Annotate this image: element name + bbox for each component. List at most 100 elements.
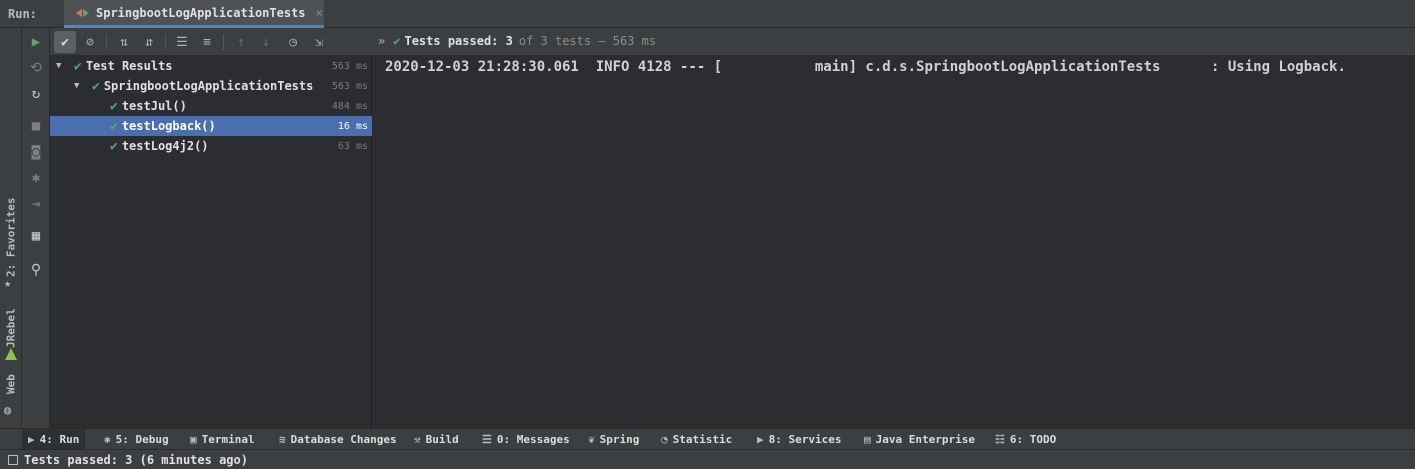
- run-side-toolbar: ▶ ⟲ ↻ ■ ◙ ✱ ⇥ ▦ ⚲: [22, 28, 50, 428]
- hammer-icon: ⚒: [414, 432, 421, 446]
- layout-icon[interactable]: ▦: [26, 226, 46, 246]
- tree-row-duration: 16 ms: [337, 120, 368, 132]
- show-ignored-icon[interactable]: ⊘: [79, 31, 101, 53]
- favorites-label: 2: Favorites: [4, 198, 18, 278]
- tree-row-duration: 563 ms: [331, 80, 368, 92]
- collapse-all-icon[interactable]: ≡: [196, 31, 218, 53]
- close-icon[interactable]: ×: [316, 6, 323, 20]
- tests-passed-text: Tests passed: 3: [404, 34, 513, 48]
- run-tab[interactable]: SpringbootLogApplicationTests ×: [64, 0, 324, 28]
- tool-window-build[interactable]: ⚒ Build: [408, 429, 465, 449]
- console-log-line: 2020-12-03 21:28:30.061 INFO 4128 --- [ …: [385, 59, 1346, 75]
- tool-window-debug[interactable]: ✱ 5: Debug: [98, 429, 175, 449]
- tool-window-label: Terminal: [201, 432, 255, 446]
- console-output[interactable]: 2020-12-03 21:28:30.061 INFO 4128 --- [ …: [373, 56, 1415, 428]
- tree-row-test-method[interactable]: ✔ testLog4j2() 63 ms: [50, 136, 372, 156]
- expand-arrow-icon[interactable]: ▼: [56, 61, 66, 71]
- status-bar: Tests passed: 3 (6 minutes ago): [0, 449, 1415, 469]
- tool-window-label: Build: [425, 432, 459, 446]
- passed-check-icon: ✔: [110, 118, 118, 134]
- web-label: Web: [4, 374, 18, 394]
- pin-icon[interactable]: ⚲: [26, 260, 46, 280]
- sort-alphabetically-icon[interactable]: ⇅: [113, 31, 135, 53]
- tree-row-duration: 484 ms: [331, 100, 368, 112]
- tool-window-services[interactable]: ▶ 8: Services: [751, 429, 847, 449]
- export-icon[interactable]: ⇲: [308, 31, 330, 53]
- test-config-icon: [76, 6, 90, 20]
- expand-arrow-icon[interactable]: ▼: [74, 81, 84, 91]
- tool-window-label: 6: TODO: [1009, 432, 1057, 446]
- tree-row-duration: 563 ms: [331, 60, 368, 72]
- run-tool-window-header: Run: SpringbootLogApplicationTests ×: [0, 0, 1415, 28]
- run-tab-title: SpringbootLogApplicationTests: [96, 5, 306, 20]
- rerun-icon[interactable]: ▶: [26, 32, 46, 52]
- passed-check-icon: ✔: [110, 138, 118, 154]
- tree-row-test-results[interactable]: ▼ ✔ Test Results 563 ms: [50, 56, 372, 76]
- tool-window-label: 4: Run: [39, 432, 80, 446]
- play-icon: ▶: [28, 432, 35, 446]
- services-icon: ▶: [757, 432, 764, 446]
- show-passed-icon[interactable]: ✔: [54, 31, 76, 53]
- rerun-failed-icon[interactable]: ⟲: [26, 58, 46, 78]
- left-tool-stripe: 2: Favorites ★ JRebel Web ◍: [0, 28, 22, 428]
- tool-window-statistic[interactable]: ◔ Statistic: [655, 429, 738, 449]
- tool-window-messages[interactable]: ☰ 0: Messages: [476, 429, 576, 449]
- passed-check-icon: ✔: [110, 98, 118, 114]
- sort-by-duration-icon[interactable]: ⇵: [138, 31, 160, 53]
- tree-row-name: testLog4j2(): [121, 139, 209, 153]
- window-toggle-icon[interactable]: [8, 454, 18, 465]
- tool-window-label: 8: Services: [768, 432, 842, 446]
- web-tool-button[interactable]: Web: [2, 374, 20, 404]
- passed-check-icon: ✔: [393, 34, 401, 48]
- passed-check-icon: ✔: [74, 58, 82, 74]
- debug-bug-icon[interactable]: ✱: [26, 168, 46, 188]
- tool-window-todo[interactable]: ☷ 6: TODO: [989, 429, 1062, 449]
- jrebel-icon: [5, 348, 17, 360]
- tool-window-run[interactable]: ▶ 4: Run: [22, 429, 86, 449]
- tree-row-name: testLogback(): [121, 119, 216, 133]
- java-enterprise-icon: ▤: [864, 432, 871, 446]
- test-results-tree: ▼ ✔ Test Results 563 ms ▼ ✔ SpringbootLo…: [50, 56, 372, 428]
- globe-icon: ◍: [4, 403, 12, 417]
- star-icon: ★: [4, 276, 12, 290]
- status-bar-message: Tests passed: 3 (6 minutes ago): [24, 452, 248, 467]
- tool-window-database-changes[interactable]: ≋ Database Changes: [273, 429, 403, 449]
- tests-status: » ✔ Tests passed: 3 of 3 tests – 563 ms: [378, 34, 656, 48]
- tree-row-test-method[interactable]: ✔ testJul() 484 ms: [50, 96, 372, 116]
- terminal-icon: ▣: [190, 432, 197, 446]
- tree-row-name: Test Results: [85, 59, 173, 73]
- bottom-tool-stripe: ▶ 4: Run ✱ 5: Debug ▣ Terminal ≋ Databas…: [0, 428, 1415, 449]
- tool-window-label: 5: Debug: [115, 432, 169, 446]
- toggle-auto-test-icon[interactable]: ↻: [26, 84, 46, 104]
- database-icon: ≋: [279, 432, 286, 446]
- tool-window-label: 0: Messages: [496, 432, 570, 446]
- stop-icon[interactable]: ■: [26, 116, 46, 136]
- tool-window-label: Statistic: [672, 432, 733, 446]
- previous-failed-icon[interactable]: ↑: [230, 31, 252, 53]
- tool-window-label: Java Enterprise: [875, 432, 975, 446]
- spring-icon: ❦: [588, 432, 595, 446]
- camera-icon[interactable]: ◙: [26, 142, 46, 162]
- tree-row-name: testJul(): [121, 99, 187, 113]
- tests-toolbar: ✔ ⊘ ⇅ ⇵ ☰ ≡ ↑ ↓ ◷ ⇲ » ✔ Tests passed: 3 …: [50, 28, 1415, 56]
- tool-window-label: Database Changes: [290, 432, 397, 446]
- tool-window-label: Spring: [599, 432, 640, 446]
- bug-icon: ✱: [104, 432, 111, 446]
- messages-icon: ☰: [482, 432, 492, 446]
- test-history-icon[interactable]: ◷: [282, 31, 304, 53]
- tree-row-duration: 63 ms: [337, 140, 368, 152]
- import-icon[interactable]: ⇥: [26, 194, 46, 214]
- next-failed-icon[interactable]: ↓: [255, 31, 277, 53]
- tree-row-test-class[interactable]: ▼ ✔ SpringbootLogApplicationTests 563 ms: [50, 76, 372, 96]
- more-chevron-icon[interactable]: »: [378, 34, 385, 48]
- tree-row-name: SpringbootLogApplicationTests: [103, 79, 314, 93]
- tool-window-java-enterprise[interactable]: ▤ Java Enterprise: [858, 429, 981, 449]
- expand-all-icon[interactable]: ☰: [171, 31, 193, 53]
- run-label: Run:: [8, 7, 37, 21]
- jrebel-label: JRebel: [4, 308, 18, 348]
- tree-row-test-method-selected[interactable]: ✔ testLogback() 16 ms: [50, 116, 372, 136]
- tool-window-terminal[interactable]: ▣ Terminal: [184, 429, 261, 449]
- statistic-icon: ◔: [661, 432, 668, 446]
- passed-check-icon: ✔: [92, 78, 100, 94]
- tool-window-spring[interactable]: ❦ Spring: [582, 429, 645, 449]
